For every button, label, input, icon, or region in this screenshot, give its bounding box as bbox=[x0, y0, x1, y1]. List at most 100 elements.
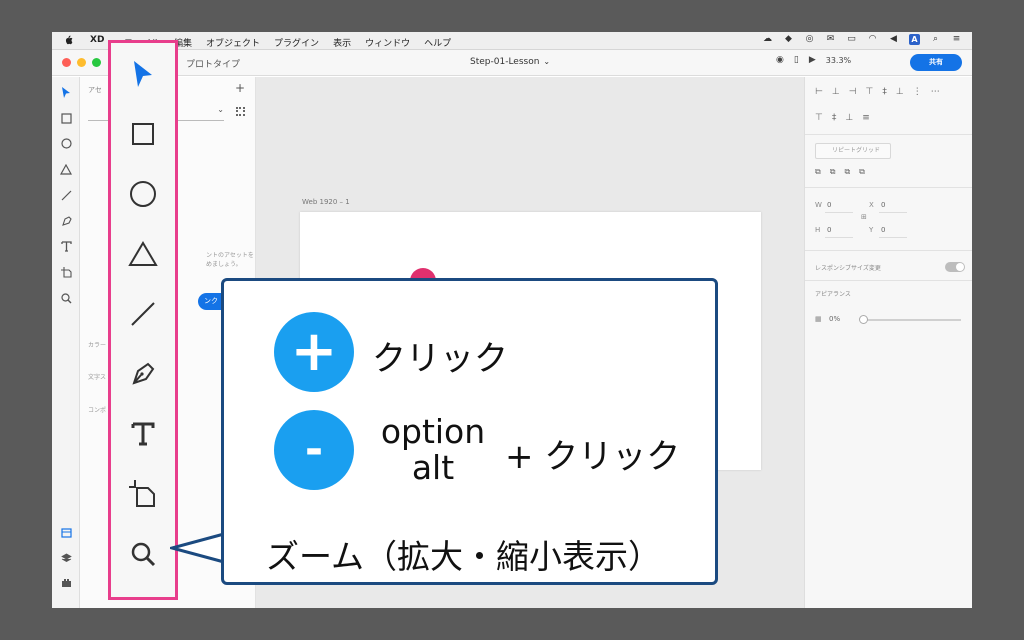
h-label: H bbox=[815, 226, 821, 234]
divider bbox=[805, 187, 972, 188]
repeat-grid-button[interactable]: リピートグリッド bbox=[815, 143, 891, 159]
tab-prototype[interactable]: プロトタイプ bbox=[186, 57, 240, 70]
align-right-icon[interactable]: ⊣ bbox=[849, 87, 857, 97]
artboard-tool-icon-large bbox=[128, 479, 158, 509]
mail-icon[interactable]: ✉ bbox=[825, 34, 836, 45]
subtract-icon[interactable]: ⧉ bbox=[830, 167, 836, 177]
document-title[interactable]: Step-01-Lesson ⌄ bbox=[470, 57, 550, 67]
h-field-underline bbox=[825, 224, 853, 238]
appearance-label: アピアランス bbox=[815, 291, 851, 298]
menu-plugin[interactable]: プラグイン bbox=[274, 36, 319, 49]
w-label: W bbox=[815, 201, 822, 209]
menu-help[interactable]: ヘルプ bbox=[424, 36, 451, 49]
maximize-window-button[interactable] bbox=[92, 58, 101, 67]
cloud-icon[interactable]: ☁ bbox=[762, 34, 773, 45]
align-v-center-icon[interactable]: ‡ bbox=[832, 113, 837, 123]
rectangle-tool-icon[interactable] bbox=[59, 111, 73, 125]
tv-icon[interactable]: ▭ bbox=[846, 34, 857, 45]
repeat-grid-label: リピートグリッド bbox=[832, 147, 881, 154]
apple-icon[interactable] bbox=[64, 35, 73, 48]
components-section[interactable]: コンポ bbox=[88, 405, 106, 414]
exclude-icon[interactable]: ⧉ bbox=[859, 167, 865, 177]
play-icon[interactable]: ▶ bbox=[809, 55, 816, 65]
select-tool-icon-large bbox=[128, 59, 158, 89]
tool-column bbox=[52, 77, 80, 608]
artboard-tool-icon[interactable] bbox=[59, 265, 73, 279]
distribute-h-icon[interactable]: ⋮ bbox=[913, 87, 922, 97]
add-asset-icon[interactable]: + bbox=[235, 81, 245, 95]
title-bar: プロトタイプ Step-01-Lesson ⌄ ◉ ▯ ▶ 33.3% 共有 bbox=[52, 50, 972, 76]
zoom-level[interactable]: 33.3% bbox=[826, 56, 851, 65]
alt-key-label: alt bbox=[411, 448, 455, 487]
callout-pointer bbox=[170, 532, 225, 564]
align-top-icon[interactable]: ⊤ bbox=[866, 87, 874, 97]
align-bottom-edge-icon[interactable]: ⊥ bbox=[845, 113, 853, 123]
divider bbox=[805, 250, 972, 251]
layers-panel-icon[interactable] bbox=[59, 551, 73, 565]
line-tool-icon[interactable] bbox=[59, 188, 73, 202]
app-menu[interactable]: XD bbox=[90, 35, 104, 45]
align-top-edge-icon[interactable]: ⊤ bbox=[815, 113, 823, 123]
align-left-icon[interactable]: ⊢ bbox=[815, 87, 823, 97]
opacity-slider-track[interactable] bbox=[861, 319, 961, 321]
text-tool-icon[interactable] bbox=[59, 239, 73, 253]
rectangle-tool-icon-large bbox=[128, 119, 158, 149]
menu-view[interactable]: 表示 bbox=[333, 36, 351, 49]
align-bottom-icon[interactable]: ⊥ bbox=[896, 87, 904, 97]
list-icon[interactable]: ≡ bbox=[951, 34, 962, 45]
divider bbox=[805, 134, 972, 135]
menu-window[interactable]: ウィンドウ bbox=[365, 36, 410, 49]
opacity-slider-knob[interactable] bbox=[859, 315, 868, 324]
y-field-underline bbox=[879, 224, 907, 238]
creative-cloud-icon[interactable]: ◎ bbox=[804, 34, 815, 45]
menu-bar: XD ファイル 編集 オブジェクト プラグイン 表示 ウィンドウ ヘルプ ☁ ◆… bbox=[52, 32, 972, 50]
modifier-keys: option alt bbox=[369, 414, 497, 486]
opacity-icon: ▦ bbox=[815, 315, 822, 323]
colors-section[interactable]: カラー bbox=[88, 340, 106, 349]
zoom-tool-icon[interactable] bbox=[59, 291, 73, 305]
close-window-button[interactable] bbox=[62, 58, 71, 67]
artboard-label[interactable]: Web 1920 – 1 bbox=[302, 198, 350, 206]
option-key-label: option bbox=[380, 412, 486, 451]
user-icon[interactable]: ◉ bbox=[776, 55, 784, 65]
align-middle-icon[interactable]: ‡ bbox=[882, 87, 887, 97]
spotlight-icon[interactable]: ⌕ bbox=[930, 34, 941, 45]
distribute-space-icon[interactable]: ≡ bbox=[862, 113, 870, 123]
responsive-resize-toggle[interactable] bbox=[945, 262, 965, 272]
input-source-icon[interactable]: A bbox=[909, 34, 920, 45]
assets-panel-icon[interactable] bbox=[59, 526, 73, 540]
polygon-tool-icon[interactable] bbox=[59, 162, 73, 176]
x-label: X bbox=[869, 201, 874, 209]
ellipse-tool-icon[interactable] bbox=[59, 136, 73, 150]
character-styles-section[interactable]: 文字ス bbox=[88, 372, 106, 381]
select-tool-icon[interactable] bbox=[59, 86, 73, 100]
boolean-row: ⧉ ⧉ ⧉ ⧉ bbox=[815, 167, 865, 177]
responsive-resize-label: レスポンシブサイズ変更 bbox=[815, 265, 881, 272]
grid-view-icon[interactable] bbox=[236, 107, 245, 116]
share-button[interactable]: 共有 bbox=[910, 54, 962, 71]
text-tool-icon-large bbox=[128, 419, 158, 449]
dropbox-icon[interactable]: ◆ bbox=[783, 34, 794, 45]
plugins-panel-icon[interactable] bbox=[59, 576, 73, 590]
opacity-field[interactable]: 0% bbox=[829, 315, 840, 323]
minimize-window-button[interactable] bbox=[77, 58, 86, 67]
line-tool-icon-large bbox=[128, 299, 158, 329]
lock-aspect-icon[interactable]: ⊞ bbox=[861, 213, 867, 221]
volume-icon[interactable]: ◀ bbox=[888, 34, 899, 45]
menu-object[interactable]: オブジェクト bbox=[206, 36, 260, 49]
property-inspector: ⊢ ⊥ ⊣ ⊤ ‡ ⊥ ⋮ ⋯ ⊤ ‡ ⊥ ≡ リピートグリッド ⧉ ⧉ ⧉ ⧉… bbox=[804, 77, 972, 608]
align-center-icon[interactable]: ⊥ bbox=[832, 87, 840, 97]
assets-header: アセ bbox=[88, 86, 102, 94]
distribute-v-icon[interactable]: ⋯ bbox=[931, 87, 940, 97]
plus-circle: + bbox=[274, 312, 354, 392]
intersect-icon[interactable]: ⧉ bbox=[844, 167, 850, 177]
device-preview-icon[interactable]: ▯ bbox=[794, 55, 799, 65]
window-controls bbox=[62, 58, 101, 67]
add-icon[interactable]: ⧉ bbox=[815, 167, 821, 177]
y-label: Y bbox=[869, 226, 874, 234]
align-row: ⊢ ⊥ ⊣ ⊤ ‡ ⊥ ⋮ ⋯ bbox=[815, 87, 940, 97]
ellipse-tool-icon-large bbox=[128, 179, 158, 209]
pen-tool-icon[interactable] bbox=[59, 214, 73, 228]
assets-hint: ントのアセットを めましょう。 bbox=[206, 252, 254, 268]
wifi-icon[interactable]: ◠ bbox=[867, 34, 878, 45]
